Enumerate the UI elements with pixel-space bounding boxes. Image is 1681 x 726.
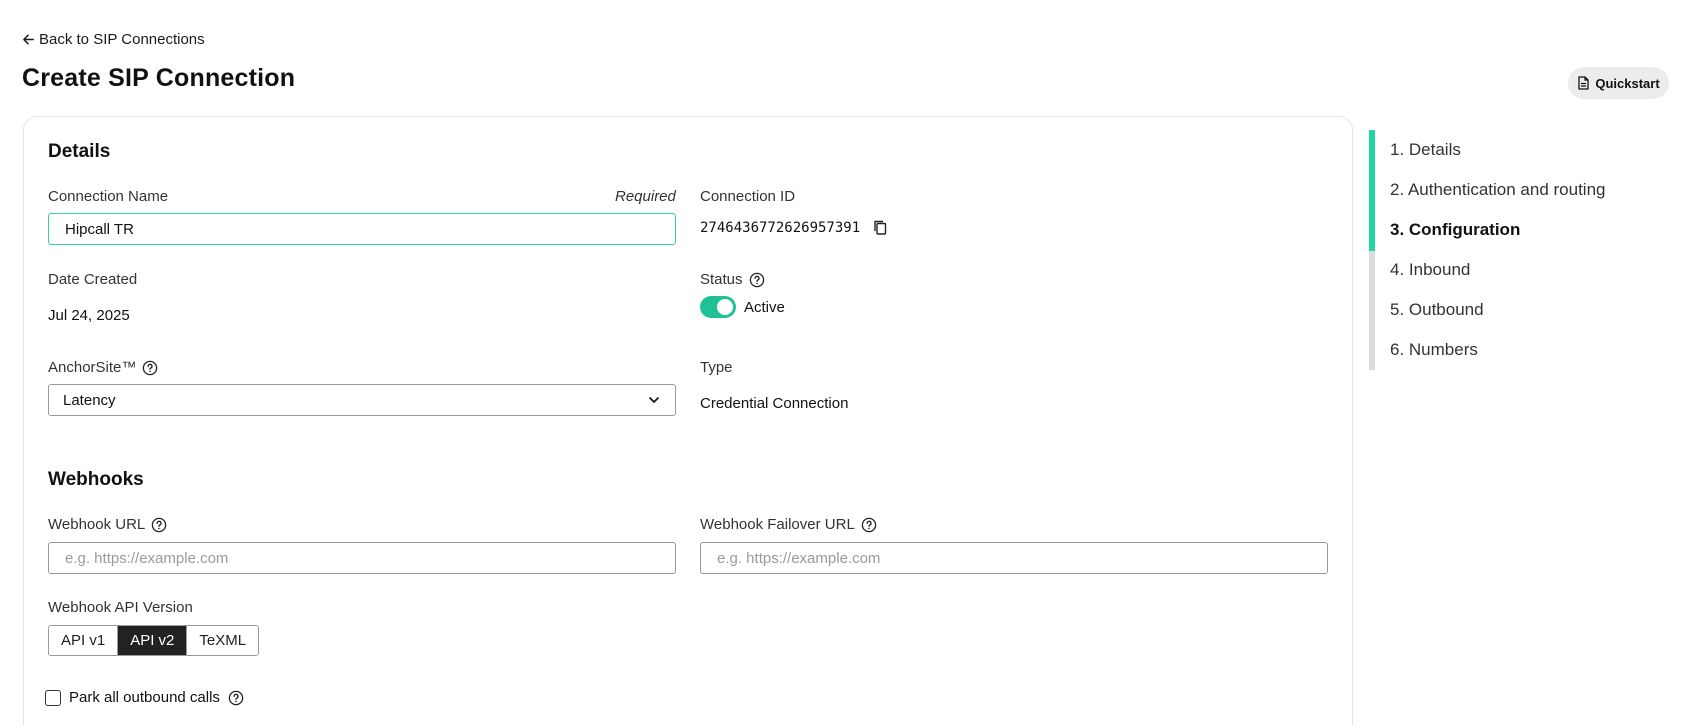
connection-id-label-text: Connection ID <box>700 188 796 205</box>
question-circle-icon[interactable] <box>151 517 167 533</box>
webhook-failover-label-text: Webhook Failover URL <box>700 516 855 533</box>
details-section-title: Details <box>48 141 111 162</box>
date-created-label: Date Created <box>48 271 137 288</box>
arrow-left-icon <box>23 34 34 45</box>
step-numbers[interactable]: 6. Numbers <box>1390 340 1478 360</box>
stepper-progress <box>1369 130 1375 251</box>
required-indicator: Required <box>615 188 676 205</box>
connection-name-label-text: Connection Name <box>48 188 169 205</box>
step-authentication-routing[interactable]: 2. Authentication and routing <box>1390 180 1606 200</box>
park-outbound-label: Park all outbound calls <box>69 689 220 706</box>
api-v1-option[interactable]: API v1 <box>49 626 119 655</box>
step-outbound[interactable]: 5. Outbound <box>1390 300 1484 320</box>
webhooks-section-title: Webhooks <box>48 469 144 490</box>
webhook-url-input[interactable]: e.g. https://example.com <box>48 542 676 574</box>
park-outbound-row: Park all outbound calls <box>45 689 244 706</box>
date-created-label-text: Date Created <box>48 271 138 288</box>
status-label-text: Status <box>700 271 743 288</box>
step-details[interactable]: 1. Details <box>1390 140 1461 160</box>
question-circle-icon[interactable] <box>228 690 244 706</box>
webhook-failover-input[interactable]: e.g. https://example.com <box>700 542 1328 574</box>
webhook-url-label-text: Webhook URL <box>48 516 146 533</box>
type-value: Credential Connection <box>700 395 849 412</box>
connection-name-label: Connection Name <box>48 188 168 205</box>
anchorsite-select[interactable]: Latency <box>48 384 676 416</box>
connection-id-value-row: 2746436772626957391 <box>700 219 888 236</box>
chevron-down-icon <box>649 397 659 403</box>
webhook-url-label: Webhook URL <box>48 516 167 533</box>
step-inbound[interactable]: 4. Inbound <box>1390 260 1470 280</box>
connection-id-value: 2746436772626957391 <box>700 219 861 236</box>
question-circle-icon[interactable] <box>749 272 765 288</box>
copy-icon[interactable] <box>872 219 888 236</box>
question-circle-icon[interactable] <box>142 360 158 376</box>
type-label: Type <box>700 359 733 376</box>
quickstart-button[interactable]: Quickstart <box>1568 67 1669 99</box>
question-circle-icon[interactable] <box>861 517 877 533</box>
connection-name-input[interactable]: Hipcall TR <box>48 213 676 245</box>
anchorsite-label: AnchorSite™ <box>48 359 158 376</box>
webhook-api-version-selector: API v1 API v2 TeXML <box>48 625 260 656</box>
status-label: Status <box>700 271 765 288</box>
document-icon <box>1578 76 1589 90</box>
webhook-api-version-label: Webhook API Version <box>48 599 193 616</box>
back-to-sip-connections-link[interactable]: Back to SIP Connections <box>22 31 205 48</box>
anchorsite-label-text: AnchorSite™ <box>48 359 137 376</box>
webhook-api-version-label-text: Webhook API Version <box>48 599 193 616</box>
webhook-failover-label: Webhook Failover URL <box>700 516 877 533</box>
quickstart-label: Quickstart <box>1595 75 1660 91</box>
connection-id-label: Connection ID <box>700 188 795 205</box>
date-created-value: Jul 24, 2025 <box>48 307 130 324</box>
page-title: Create SIP Connection <box>22 64 296 92</box>
type-label-text: Type <box>700 359 733 376</box>
api-v2-option[interactable]: API v2 <box>118 626 188 655</box>
status-value: Active <box>744 299 785 316</box>
toggle-knob <box>717 299 733 315</box>
status-toggle[interactable] <box>700 296 736 318</box>
connection-name-value: Hipcall TR <box>65 220 134 238</box>
texml-option[interactable]: TeXML <box>187 626 259 655</box>
park-outbound-checkbox[interactable] <box>45 689 61 706</box>
webhook-url-placeholder: e.g. https://example.com <box>65 549 229 567</box>
step-configuration[interactable]: 3. Configuration <box>1390 220 1520 240</box>
webhook-failover-placeholder: e.g. https://example.com <box>717 549 881 567</box>
anchorsite-selected-value: Latency <box>63 391 116 409</box>
back-link-label: Back to SIP Connections <box>39 31 205 48</box>
